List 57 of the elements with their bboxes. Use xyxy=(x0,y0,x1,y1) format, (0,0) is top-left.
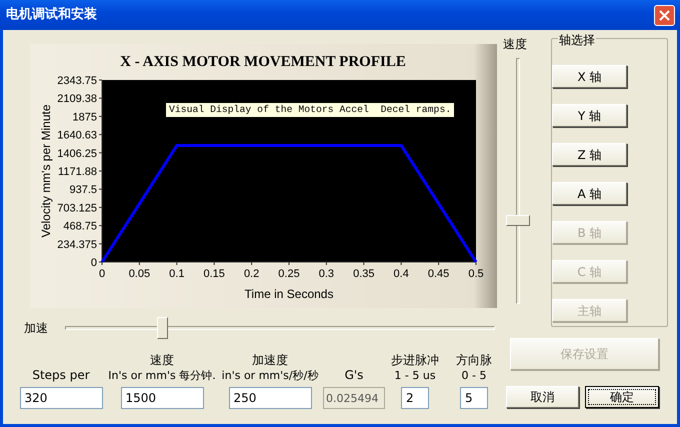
speed-label: 速度 xyxy=(503,36,527,53)
x-axis-title: Time in Seconds xyxy=(244,287,334,301)
field-label: 速度 xyxy=(150,353,174,368)
y-tick-label: 937.5 xyxy=(69,184,97,196)
input-field[interactable]: 5 xyxy=(460,387,488,409)
x-tick-label: 0.05 xyxy=(128,268,150,280)
y-tick-label: 468.75 xyxy=(63,220,97,233)
x-tick-label: 0.3 xyxy=(318,268,334,280)
ok-button[interactable]: 确定 xyxy=(585,386,659,408)
field-label: 加速度 xyxy=(252,353,288,368)
field-label: 步进脉冲 xyxy=(391,353,439,368)
y-axis-title: Velocity mm's per Minute xyxy=(39,104,53,238)
cancel-button[interactable]: 取消 xyxy=(506,386,579,408)
axis-button[interactable]: X 轴 xyxy=(552,65,627,88)
y-tick-label: 1640.63 xyxy=(57,130,97,142)
y-tick-label: 1406.25 xyxy=(57,148,97,160)
axis-button[interactable]: A 轴 xyxy=(552,182,627,205)
field-label: G's xyxy=(344,368,364,383)
close-icon xyxy=(659,10,670,20)
input-field[interactable]: 1500 xyxy=(120,387,204,409)
axis-button[interactable]: Z 轴 xyxy=(552,143,627,166)
y-tick-label: 2343.75 xyxy=(57,75,97,87)
field-hint: in's or mm's/秒/秒 xyxy=(222,368,318,383)
field-hint: 0 - 5 xyxy=(462,368,486,383)
y-tick-label: 234.375 xyxy=(57,238,97,251)
field-hint: In's or mm's 每分钟. xyxy=(108,368,216,383)
x-tick-label: 0.15 xyxy=(204,268,225,280)
axis-button[interactable]: Y 轴 xyxy=(552,104,627,127)
window-title: 电机调试和安装 xyxy=(6,6,97,24)
close-button[interactable] xyxy=(654,4,675,26)
accel-slider[interactable] xyxy=(65,317,495,339)
input-field[interactable]: 2 xyxy=(401,387,429,409)
field-label: Steps per xyxy=(32,368,90,383)
slider-thumb[interactable] xyxy=(506,215,530,226)
slider-thumb[interactable] xyxy=(157,317,168,339)
x-tick-label: 0.2 xyxy=(244,268,260,280)
input-field[interactable]: 320 xyxy=(20,387,102,409)
chart-annotation: Visual Display of the Motors Accel Decel ramps. xyxy=(166,103,454,117)
x-tick-label: 0.45 xyxy=(428,268,450,280)
y-tick-label: 703.125 xyxy=(57,202,97,214)
x-tick-label: 0.35 xyxy=(353,268,374,280)
accel-label: 加速 xyxy=(24,320,48,337)
field-label: 方向脉 xyxy=(456,353,492,368)
y-tick-label: 2109.38 xyxy=(57,93,97,106)
x-tick-label: 0.25 xyxy=(278,268,300,280)
y-tick-label: 1171.88 xyxy=(58,166,97,178)
x-tick-label: 0.4 xyxy=(394,268,409,280)
y-tick-label: 1875 xyxy=(72,111,97,124)
speed-slider[interactable] xyxy=(506,58,530,304)
x-tick-label: 0 xyxy=(98,268,106,280)
x-tick-label: 0.5 xyxy=(468,268,484,280)
input-field[interactable]: 250 xyxy=(228,387,312,409)
groupbox-title: 轴选择 xyxy=(558,31,596,49)
y-tick-label: 0 xyxy=(90,257,97,269)
x-tick-label: 0.1 xyxy=(169,268,184,280)
chart-title: X - AXIS MOTOR MOVEMENT PROFILE xyxy=(120,54,406,70)
field-hint: 1 - 5 us xyxy=(394,368,436,383)
